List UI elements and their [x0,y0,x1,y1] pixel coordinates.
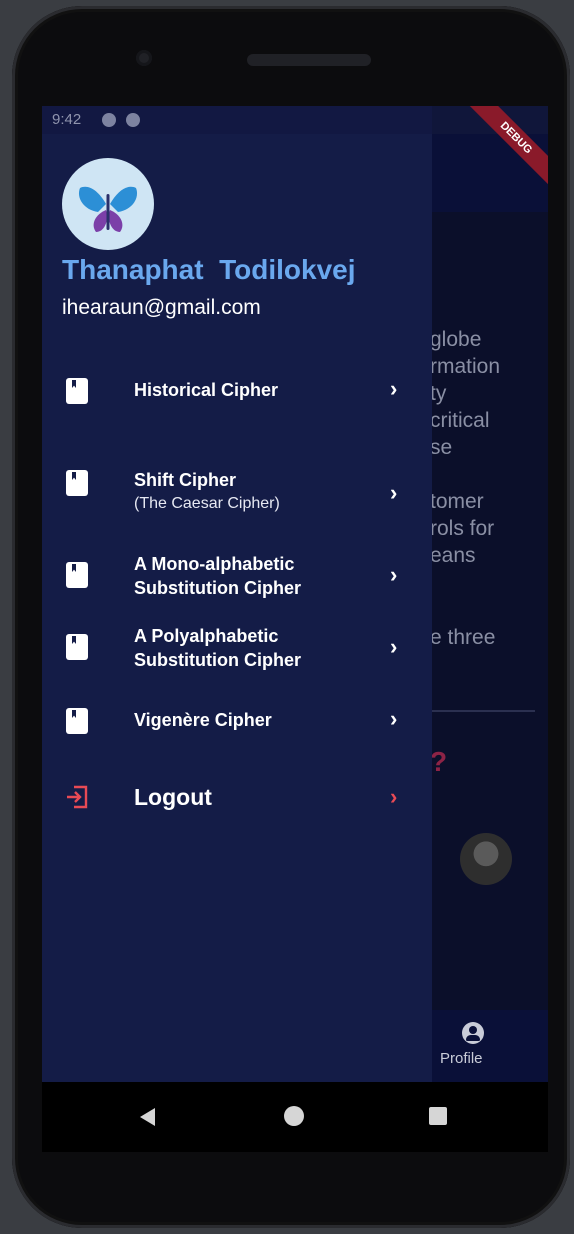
logout-icon [67,785,88,809]
book-icon [66,470,88,496]
user-avatar[interactable] [62,158,154,250]
bottom-nav-profile[interactable]: Profile [430,1010,548,1082]
chevron-right-icon: › [390,562,398,587]
logout-label: Logout [134,784,212,810]
background-text-line: eans [430,544,476,567]
book-icon [66,634,88,660]
background-text-line: se [430,436,453,459]
background-text-line: globe [430,328,482,351]
status-notification-icon [126,113,140,127]
menu-item-title: A Mono-alphabetic [134,554,295,574]
menu-item-label: Shift Cipher (The Caesar Cipher) [134,468,280,516]
profile-icon [462,1022,484,1044]
menu-item-label: Vigenère Cipher [134,710,272,730]
menu-item-vigenere-cipher[interactable]: Vigenère Cipher › [42,694,432,746]
menu-item-title: A Polyalphabetic [134,626,279,646]
chevron-right-icon: › [390,784,398,809]
menu-item-polyalphabetic-cipher[interactable]: A Polyalphabetic Substitution Cipher › [42,620,432,676]
background-text-line: e three [430,626,496,649]
menu-item-title: Shift Cipher [134,470,236,490]
logout-button[interactable]: Logout › [42,772,432,824]
home-icon[interactable] [284,1106,304,1126]
background-text-line: rmation [430,355,501,378]
background-text-line: rols for [430,517,495,540]
butterfly-logo-icon [78,186,138,232]
menu-item-shift-cipher[interactable]: Shift Cipher (The Caesar Cipher) › [42,462,432,526]
book-icon [66,708,88,734]
chevron-right-icon: › [390,706,398,731]
app-screen: DEBUG globe rmation ty critical se tomer… [42,106,548,1082]
menu-item-mono-alphabetic-cipher[interactable]: A Mono-alphabetic Substitution Cipher › [42,548,432,604]
background-avatar[interactable] [460,833,512,885]
menu-item-historical-cipher[interactable]: Historical Cipher › [42,362,432,418]
background-text-line: ty [430,382,447,405]
menu-item-title-line2: Substitution Cipher [134,578,301,598]
chevron-right-icon: › [390,376,398,401]
drawer-status-bar: 9:42 [42,106,432,134]
system-navigation-bar [42,1082,548,1152]
menu-item-label: A Mono-alphabetic Substitution Cipher [134,552,301,600]
profile-label: Profile [440,1050,483,1067]
user-name: Thanaphat Todilokvej [62,254,356,285]
back-icon[interactable] [140,1108,155,1126]
navigation-drawer: 9:42 Thanaphat Todilokvej ihearaun@gmail… [42,106,432,1082]
front-camera [136,50,152,66]
background-question-mark: ? [430,746,448,777]
status-time: 9:42 [52,111,82,128]
recent-apps-icon[interactable] [429,1107,447,1125]
menu-item-title-line2: Substitution Cipher [134,650,301,670]
background-text-line: critical [430,409,490,432]
background-divider [430,710,535,712]
chevron-right-icon: › [390,480,398,505]
background-text-line: tomer [430,490,484,513]
status-notification-icon [102,113,116,127]
book-icon [66,562,88,588]
earpiece-speaker [247,54,371,66]
chevron-right-icon: › [390,634,398,659]
book-icon [66,378,88,404]
menu-item-label: Historical Cipher [134,380,279,400]
menu-item-label: A Polyalphabetic Substitution Cipher [134,624,301,672]
menu-item-subtitle: (The Caesar Cipher) [134,495,280,512]
user-email: ihearaun@gmail.com [62,296,261,319]
